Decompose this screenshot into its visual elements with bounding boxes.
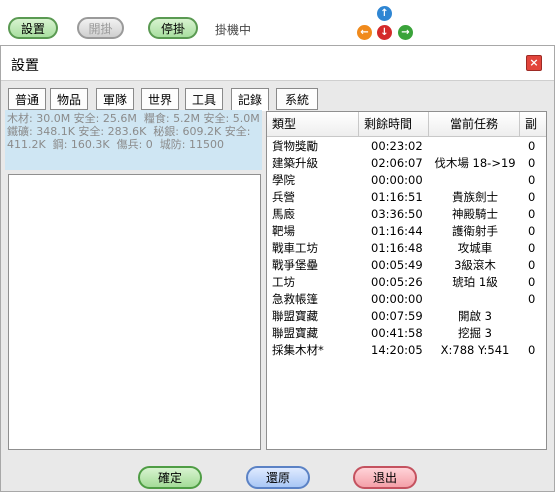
- tab-system[interactable]: 系統: [276, 88, 318, 110]
- tab-army[interactable]: 軍隊: [96, 88, 134, 110]
- start-button[interactable]: 開掛: [77, 17, 124, 39]
- cell-extra: 0: [528, 190, 536, 204]
- cell-type: 馬廄: [272, 207, 295, 221]
- cell-extra: 0: [528, 275, 536, 289]
- cell-extra: 0: [528, 156, 536, 170]
- arrow-right-icon[interactable]: →: [398, 25, 413, 40]
- cell-type: 貨物獎勵: [272, 139, 318, 153]
- cell-remaining-time: 00:23:02: [371, 139, 423, 153]
- table-row[interactable]: 建築升級 02:06:07 伐木場 18->19 0: [267, 155, 546, 172]
- table-header: 類型 剩餘時間 當前任務 副: [267, 112, 546, 137]
- resource-stats: 木材: 30.0M 安全: 25.6M 糧食: 5.2M 安全: 5.0M 鐵礦…: [7, 112, 260, 151]
- cell-extra: 0: [528, 224, 536, 238]
- column-remaining-time[interactable]: 剩餘時間: [359, 112, 429, 136]
- cell-remaining-time: 01:16:44: [371, 224, 423, 238]
- cell-type: 戰爭堡壘: [272, 258, 318, 272]
- cell-extra: [528, 308, 544, 325]
- arrow-left-icon[interactable]: ←: [357, 25, 372, 40]
- table-row[interactable]: 戰車工坊 01:16:48 攻城車 0: [267, 240, 546, 257]
- arrow-up-icon[interactable]: ↑: [377, 6, 392, 21]
- cell-extra: 0: [528, 139, 536, 153]
- ok-button[interactable]: 確定: [138, 466, 202, 489]
- tab-world[interactable]: 世界: [141, 88, 179, 110]
- cell-current-task: 開啟 3: [458, 309, 492, 323]
- tab-general[interactable]: 普通: [8, 88, 46, 110]
- cell-current-task: [429, 291, 521, 308]
- table-row[interactable]: 採集木材* 14:20:05 X:788 Y:541 0: [267, 342, 546, 359]
- cell-current-task: 貴族劍士: [452, 190, 498, 204]
- close-icon[interactable]: ×: [526, 55, 542, 71]
- cell-extra: 0: [528, 343, 536, 357]
- table-row[interactable]: 貨物獎勵 00:23:02 0: [267, 138, 546, 155]
- task-table: 類型 剩餘時間 當前任務 副 貨物獎勵 00:23:02 0 建築升級 02:06:07…: [266, 111, 547, 450]
- cell-type: 聯盟寶藏: [272, 326, 318, 340]
- cell-remaining-time: 00:05:49: [371, 258, 423, 272]
- cell-type: 靶場: [272, 224, 295, 238]
- cell-type: 戰車工坊: [272, 241, 318, 255]
- cell-extra: 0: [528, 207, 536, 221]
- table-row[interactable]: 工坊 00:05:26 琥珀 1級 0: [267, 274, 546, 291]
- settings-button[interactable]: 設置: [8, 17, 58, 39]
- cell-current-task: 挖掘 3: [458, 326, 492, 340]
- table-row[interactable]: 戰爭堡壘 00:05:49 3級滾木 0: [267, 257, 546, 274]
- cell-current-task: 3級滾木: [454, 258, 496, 272]
- cell-type: 急救帳篷: [272, 292, 318, 306]
- cell-remaining-time: 00:41:58: [371, 326, 423, 340]
- table-row[interactable]: 靶場 01:16:44 護衛射手 0: [267, 223, 546, 240]
- cell-type: 兵營: [272, 190, 295, 204]
- cell-extra: 0: [528, 241, 536, 255]
- cell-type: 工坊: [272, 275, 295, 289]
- cell-current-task: 伐木場 18->19: [434, 156, 516, 170]
- tab-tools[interactable]: 工具: [185, 88, 223, 110]
- cell-extra: [528, 325, 544, 342]
- cell-extra: 0: [528, 173, 536, 187]
- table-row[interactable]: 聯盟寶藏 00:41:58 挖掘 3: [267, 325, 546, 342]
- cell-remaining-time: 00:07:59: [371, 309, 423, 323]
- cell-current-task: X:788 Y:541: [440, 343, 510, 357]
- cell-current-task: 攻城車: [457, 241, 493, 255]
- table-row[interactable]: 聯盟寶藏 00:07:59 開啟 3: [267, 308, 546, 325]
- cell-remaining-time: 02:06:07: [371, 156, 423, 170]
- arrow-down-icon[interactable]: ↓: [377, 25, 392, 40]
- dialog-title: 設置: [11, 58, 39, 74]
- cell-current-task: 護衛射手: [452, 224, 498, 238]
- tab-items[interactable]: 物品: [50, 88, 88, 110]
- cell-remaining-time: 03:36:50: [371, 207, 423, 221]
- status-text: 掛機中: [215, 23, 252, 37]
- cell-current-task: [429, 172, 521, 189]
- reset-button[interactable]: 還原: [246, 466, 310, 489]
- table-row[interactable]: 馬廄 03:36:50 神殿騎士 0: [267, 206, 546, 223]
- cell-remaining-time: 00:00:00: [371, 292, 423, 306]
- table-row[interactable]: 急救帳篷 00:00:00 0: [267, 291, 546, 308]
- table-row[interactable]: 兵營 01:16:51 貴族劍士 0: [267, 189, 546, 206]
- cell-type: 聯盟寶藏: [272, 309, 318, 323]
- cell-type: 採集木材*: [272, 343, 324, 357]
- exit-button[interactable]: 退出: [353, 466, 417, 489]
- cell-current-task: [429, 138, 521, 155]
- cell-remaining-time: 01:16:51: [371, 190, 423, 204]
- cell-current-task: 琥珀 1級: [452, 275, 498, 289]
- cell-remaining-time: 14:20:05: [371, 343, 423, 357]
- cell-extra: 0: [528, 258, 536, 272]
- tab-log[interactable]: 記錄: [231, 88, 269, 111]
- cell-extra: 0: [528, 292, 536, 306]
- cell-type: 學院: [272, 173, 295, 187]
- log-textbox[interactable]: [8, 174, 261, 450]
- column-extra[interactable]: 副: [520, 112, 546, 136]
- cell-type: 建築升級: [272, 156, 318, 170]
- stop-button[interactable]: 停掛: [148, 17, 198, 39]
- table-row[interactable]: 學院 00:00:00 0: [267, 172, 546, 189]
- cell-remaining-time: 00:00:00: [371, 173, 423, 187]
- cell-remaining-time: 00:05:26: [371, 275, 423, 289]
- cell-current-task: 神殿騎士: [452, 207, 498, 221]
- column-current-task[interactable]: 當前任務: [429, 112, 520, 136]
- dialog-titlebar: 設置 ×: [1, 46, 554, 81]
- column-type[interactable]: 類型: [267, 112, 359, 136]
- cell-remaining-time: 01:16:48: [371, 241, 423, 255]
